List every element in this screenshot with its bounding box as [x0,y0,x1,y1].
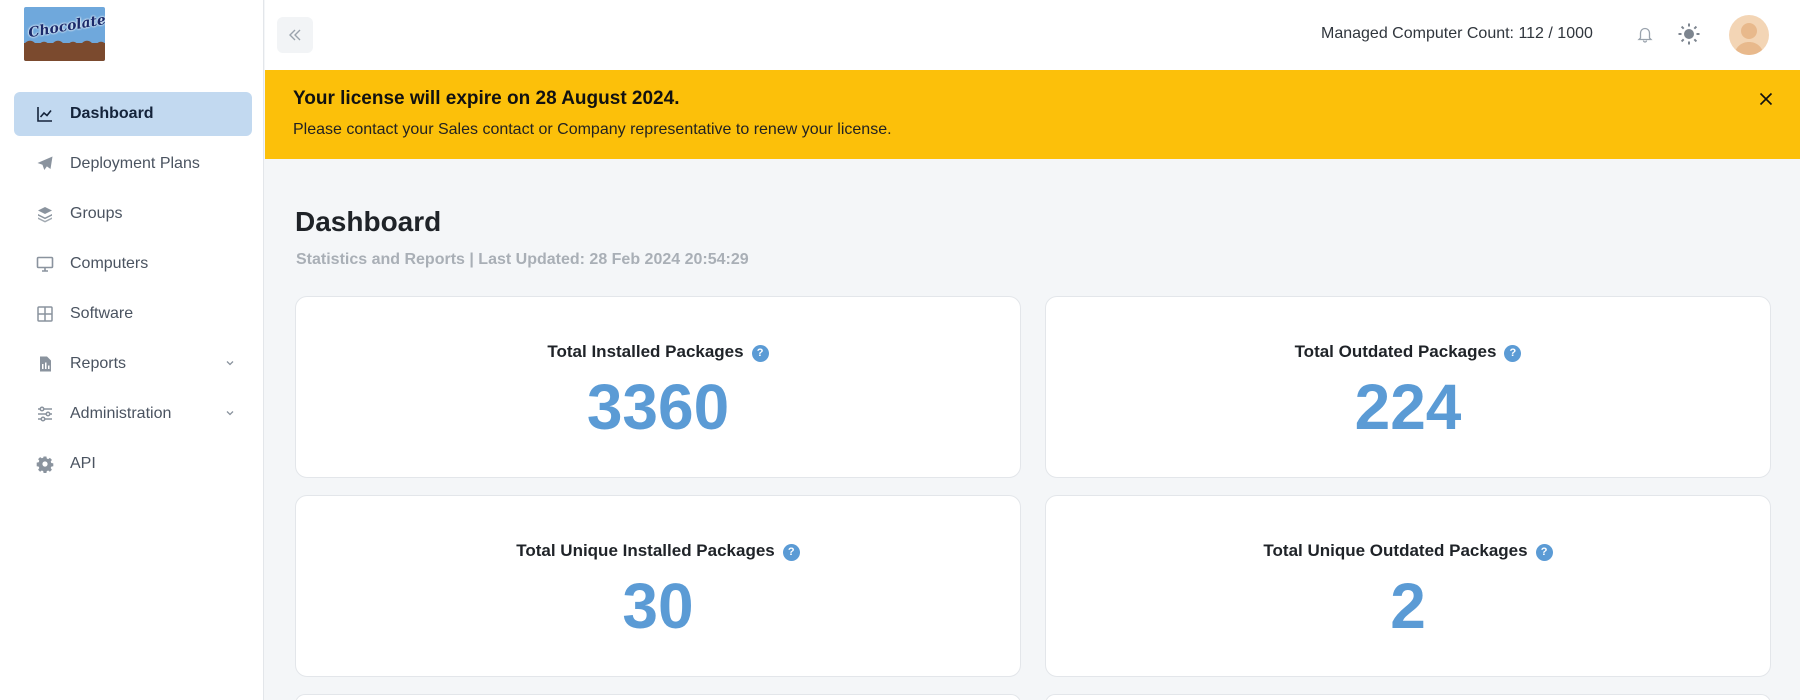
card-label-row: Total Installed Packages? [296,342,1020,362]
stat-card-next-row [1045,694,1771,700]
sidebar-item-label: Groups [70,205,123,222]
page-title: Dashboard [295,206,442,237]
help-icon[interactable]: ? [1504,344,1522,362]
card-value: 2 [1390,570,1426,642]
banner-message: Please contact your Sales contact or Com… [293,121,892,138]
card-label-row: Total Outdated Packages? [1046,342,1770,362]
layers-icon [36,205,54,223]
close-icon [1759,92,1773,106]
stat-card-total-outdated: Total Outdated Packages? 224 [1045,296,1771,478]
sidebar-item-label: Dashboard [70,105,154,122]
logo-chocolate-drip [24,37,105,61]
card-value: 224 [1354,371,1462,443]
banner-title: Your license will expire on 28 August 20… [293,88,680,109]
sidebar-item-dashboard[interactable]: Dashboard [14,92,252,136]
sidebar-item-deployment-plans[interactable]: Deployment Plans [14,142,252,186]
notification-bell-button[interactable] [1633,22,1657,46]
card-value: 30 [622,570,694,642]
help-icon[interactable]: ? [751,344,769,362]
help-icon[interactable]: ? [1535,543,1553,561]
sidebar-item-api[interactable]: API [14,442,252,486]
sidebar-item-software[interactable]: Software [14,292,252,336]
report-file-icon [36,355,54,373]
grid-icon [36,305,54,323]
sidebar-item-computers[interactable]: Computers [14,242,252,286]
page-subtitle: Statistics and Reports | Last Updated: 2… [296,251,749,268]
sidebar-nav: Dashboard Deployment Plans Groups Comput… [14,92,252,492]
help-icon[interactable]: ? [782,543,800,561]
chart-line-icon [36,105,54,123]
stat-card-next-row [295,694,1021,700]
stat-card-total-installed: Total Installed Packages? 3360 [295,296,1021,478]
sliders-icon [36,405,54,423]
sidebar-item-groups[interactable]: Groups [14,192,252,236]
chevron-down-icon [226,361,234,366]
sidebar: Chocolatey Dashboard Deployment Plans Gr… [0,0,264,700]
card-label: Total Outdated Packages [1294,342,1497,361]
sidebar-item-administration[interactable]: Administration [14,392,252,436]
chocolatey-logo[interactable]: Chocolatey [24,7,105,61]
sidebar-item-label: Reports [70,355,127,372]
card-label: Total Unique Outdated Packages [1263,541,1528,560]
top-header: Managed Computer Count: 112 / 1000 [265,0,1800,70]
card-label: Total Installed Packages [547,342,744,361]
chevron-down-icon [226,411,234,416]
license-expiry-banner: Your license will expire on 28 August 20… [265,70,1800,159]
sidebar-item-label: Computers [70,255,149,272]
card-label: Total Unique Installed Packages [516,541,775,560]
gear-icon [36,455,54,473]
monitor-icon [36,255,54,273]
double-chevron-left-icon [289,29,301,41]
sidebar-item-label: Deployment Plans [70,155,200,172]
stat-card-unique-installed: Total Unique Installed Packages? 30 [295,495,1021,677]
app-root: Chocolatey Dashboard Deployment Plans Gr… [0,0,1800,700]
card-label-row: Total Unique Outdated Packages? [1046,541,1770,561]
user-silhouette-icon [1734,23,1764,55]
card-label-row: Total Unique Installed Packages? [296,541,1020,561]
sidebar-item-label: Software [70,305,134,322]
sidebar-item-label: API [70,455,96,472]
sidebar-item-reports[interactable]: Reports [14,342,252,386]
managed-computer-count: Managed Computer Count: 112 / 1000 [1321,25,1593,42]
stat-card-unique-outdated: Total Unique Outdated Packages? 2 [1045,495,1771,677]
sidebar-item-label: Administration [70,405,172,422]
card-value: 3360 [586,371,730,443]
sun-icon [1678,23,1700,45]
theme-toggle-button[interactable] [1677,22,1701,46]
user-avatar[interactable] [1729,15,1769,55]
bell-icon [1637,27,1653,43]
close-banner-button[interactable] [1754,87,1778,111]
paper-plane-icon [36,155,54,173]
collapse-sidebar-button[interactable] [277,17,313,53]
